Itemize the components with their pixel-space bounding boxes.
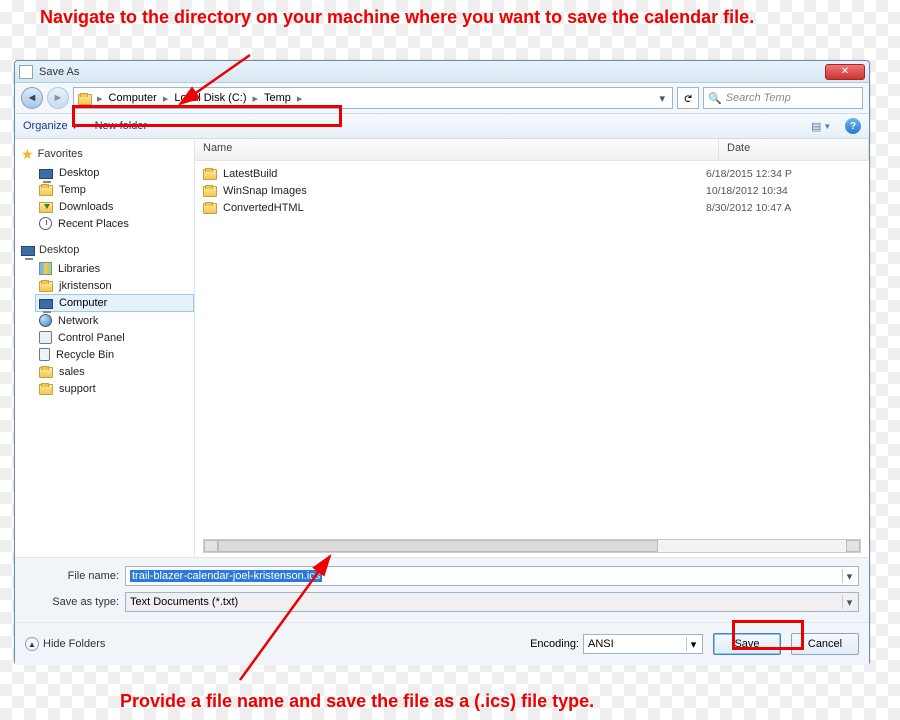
desktop-tree-header[interactable]: Desktop xyxy=(21,242,194,258)
scroll-thumb[interactable] xyxy=(218,540,658,552)
filename-input[interactable]: trail-blazer-calendar-joel-kristenson.ic… xyxy=(125,566,859,586)
window-title: Save As xyxy=(39,66,825,78)
list-item[interactable]: WinSnap Images 10/18/2012 10:34 xyxy=(195,182,869,199)
sidebar-item-network[interactable]: Network xyxy=(21,312,194,329)
hide-folders-button[interactable]: ▲ Hide Folders xyxy=(25,637,105,651)
chevron-right-icon: ▸ xyxy=(96,92,104,105)
star-icon: ★ xyxy=(21,147,34,161)
downloads-icon xyxy=(39,202,53,213)
sidebar-item-computer[interactable]: Computer xyxy=(35,294,194,312)
encoding-label: Encoding: xyxy=(530,638,579,650)
computer-icon xyxy=(39,299,53,309)
sidebar-item-temp[interactable]: Temp xyxy=(21,181,194,198)
view-options-button[interactable]: ▤▼ xyxy=(811,117,829,135)
breadcrumb[interactable]: ▸ Computer ▸ Local Disk (C:) ▸ Temp ▸ ▾ xyxy=(73,87,673,109)
input-area: File name: trail-blazer-calendar-joel-kr… xyxy=(15,557,869,622)
footer: ▲ Hide Folders Encoding: ANSI ▾ Save Can… xyxy=(15,622,869,665)
search-placeholder: Search Temp xyxy=(726,92,791,104)
toolbar: Organize▼ New folder ▤▼ ? xyxy=(15,113,869,139)
network-icon xyxy=(39,314,52,327)
refresh-button[interactable]: ↻ xyxy=(677,87,699,109)
title-bar[interactable]: Save As ✕ xyxy=(15,61,869,83)
folder-icon xyxy=(203,169,217,180)
cancel-button[interactable]: Cancel xyxy=(791,633,859,655)
col-name[interactable]: Name xyxy=(195,139,719,160)
sidebar-item-downloads[interactable]: Downloads xyxy=(21,198,194,215)
encoding-select[interactable]: ANSI ▾ xyxy=(583,634,703,654)
save-as-dialog: Save As ✕ ◄ ► ▸ Computer ▸ Local Disk (C… xyxy=(14,60,870,664)
encoding-value: ANSI xyxy=(588,638,614,650)
breadcrumb-temp[interactable]: Temp xyxy=(261,92,294,104)
chevron-right-icon: ▸ xyxy=(251,92,259,105)
folder-icon xyxy=(39,185,53,196)
filename-value: trail-blazer-calendar-joel-kristenson.ic… xyxy=(130,570,322,582)
sidebar-item-controlpanel[interactable]: Control Panel xyxy=(21,329,194,346)
chevron-up-icon: ▲ xyxy=(25,637,39,651)
breadcrumb-computer[interactable]: Computer xyxy=(106,92,160,104)
file-pane: Name Date LatestBuild 6/18/2015 12:34 P … xyxy=(195,139,869,557)
folder-icon xyxy=(203,186,217,197)
scroll-right-button[interactable] xyxy=(846,540,860,552)
organize-menu[interactable]: Organize▼ xyxy=(23,120,79,132)
column-headers: Name Date xyxy=(195,139,869,161)
horizontal-scrollbar[interactable] xyxy=(203,539,861,553)
libraries-icon xyxy=(39,262,52,275)
folder-icon xyxy=(203,203,217,214)
sidebar-item-libraries[interactable]: Libraries xyxy=(21,260,194,277)
encoding-dropdown[interactable]: ▾ xyxy=(686,637,700,651)
search-input[interactable]: 🔍 Search Temp xyxy=(703,87,863,109)
chevron-right-icon: ▸ xyxy=(162,92,170,105)
chevron-right-icon: ▸ xyxy=(296,92,304,105)
help-button[interactable]: ? xyxy=(845,118,861,134)
list-item[interactable]: LatestBuild 6/18/2015 12:34 P xyxy=(195,165,869,182)
folder-icon xyxy=(39,281,53,292)
folder-icon xyxy=(39,367,53,378)
col-date[interactable]: Date xyxy=(719,139,869,160)
folder-icon xyxy=(39,384,53,395)
breadcrumb-dropdown[interactable]: ▾ xyxy=(656,92,668,105)
new-folder-button[interactable]: New folder xyxy=(95,120,148,132)
sidebar-item-sales[interactable]: sales xyxy=(21,363,194,380)
savetype-label: Save as type: xyxy=(25,596,125,608)
desktop-icon xyxy=(39,169,53,179)
nav-forward-button[interactable]: ► xyxy=(47,87,69,109)
folder-icon xyxy=(78,94,92,105)
nav-back-button[interactable]: ◄ xyxy=(21,87,43,109)
sidebar-item-desktop[interactable]: Desktop xyxy=(21,165,194,181)
close-button[interactable]: ✕ xyxy=(825,64,865,80)
control-panel-icon xyxy=(39,331,52,344)
list-item[interactable]: ConvertedHTML 8/30/2012 10:47 A xyxy=(195,199,869,216)
instruction-bottom: Provide a file name and save the file as… xyxy=(120,691,594,712)
savetype-dropdown[interactable]: ▾ xyxy=(842,595,856,609)
desktop-icon xyxy=(21,246,35,256)
file-listing[interactable]: LatestBuild 6/18/2015 12:34 P WinSnap Im… xyxy=(195,161,869,557)
sidebar-item-support[interactable]: support xyxy=(21,380,194,397)
nav-row: ◄ ► ▸ Computer ▸ Local Disk (C:) ▸ Temp … xyxy=(15,83,869,113)
filename-dropdown[interactable]: ▾ xyxy=(842,569,856,583)
sidebar-item-recyclebin[interactable]: Recycle Bin xyxy=(21,346,194,363)
breadcrumb-localdisk[interactable]: Local Disk (C:) xyxy=(171,92,249,104)
savetype-value: Text Documents (*.txt) xyxy=(130,596,238,608)
recent-icon xyxy=(39,217,52,230)
sidebar: ★Favorites Desktop Temp Downloads Recent… xyxy=(15,139,195,557)
save-button[interactable]: Save xyxy=(713,633,781,655)
recycle-bin-icon xyxy=(39,348,50,361)
instruction-top: Navigate to the directory on your machin… xyxy=(40,6,860,29)
sidebar-item-recent[interactable]: Recent Places xyxy=(21,215,194,232)
search-icon: 🔍 xyxy=(708,92,722,105)
filename-label: File name: xyxy=(25,570,125,582)
scroll-left-button[interactable] xyxy=(204,540,218,552)
favorites-header[interactable]: ★Favorites xyxy=(21,145,194,163)
savetype-select[interactable]: Text Documents (*.txt) ▾ xyxy=(125,592,859,612)
sidebar-item-user[interactable]: jkristenson xyxy=(21,277,194,294)
app-icon xyxy=(19,65,33,79)
